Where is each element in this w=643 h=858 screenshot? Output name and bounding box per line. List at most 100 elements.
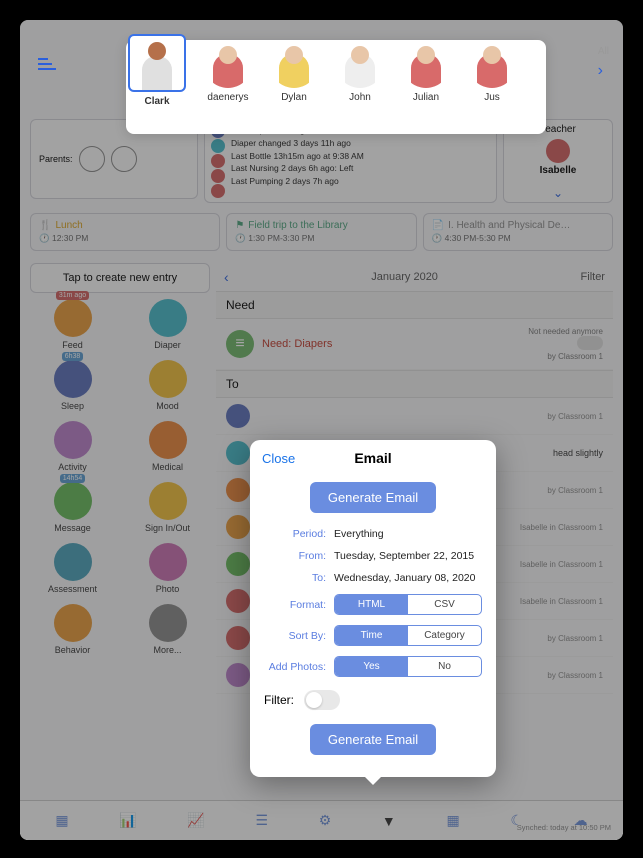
child-jus[interactable]: Jus — [468, 40, 516, 107]
photos-label: Add Photos: — [264, 661, 326, 673]
photos-segment[interactable]: Yes No — [334, 656, 482, 677]
clock-icon: 🕐 — [235, 233, 246, 243]
filter-label: Filter: — [264, 693, 294, 707]
child-john[interactable]: John — [336, 40, 384, 107]
entry-icon — [54, 604, 92, 642]
period-value[interactable]: Everything — [334, 528, 482, 540]
to-label: To: — [264, 572, 326, 584]
entry-more[interactable]: More... — [125, 604, 210, 655]
diaper-icon — [226, 441, 250, 465]
not-needed-label: Not needed anymore — [528, 327, 603, 336]
child-clark[interactable]: Clark — [128, 40, 186, 107]
entry-behavior[interactable]: Behavior — [30, 604, 115, 655]
child-name: Dylan — [270, 92, 318, 103]
tab-settings-icon[interactable]: ⚙ — [319, 812, 332, 829]
from-value[interactable]: Tuesday, September 22, 2015 — [334, 550, 482, 562]
entry-label: Diaper — [125, 340, 210, 350]
tab-grid-icon[interactable]: ▦ — [55, 812, 68, 829]
format-segment[interactable]: HTML CSV — [334, 594, 482, 615]
entry-icon: 6h38 — [54, 360, 92, 398]
nursing-status-icon — [211, 169, 225, 183]
entry-mood[interactable]: Mood — [125, 360, 210, 411]
photos-yes[interactable]: Yes — [335, 657, 408, 676]
sort-category[interactable]: Category — [408, 626, 481, 645]
medical-icon — [226, 478, 250, 502]
entry-message[interactable]: 14h54Message — [30, 482, 115, 533]
by-label: by Classroom 1 — [528, 352, 603, 361]
fork-icon: 🍴 — [39, 220, 51, 231]
month-title: January 2020 — [371, 271, 438, 283]
sort-label: Sort By: — [264, 630, 326, 642]
schedule-health[interactable]: 📄I. Health and Physical De… 🕐 4:30 PM-5:… — [423, 213, 613, 251]
parent-avatar-placeholder — [111, 146, 137, 172]
feed-icon — [226, 626, 250, 650]
tab-list-icon[interactable]: ☰ — [255, 812, 268, 829]
activity-icon — [226, 552, 250, 576]
tab-growth-icon[interactable]: 📈 — [187, 812, 204, 829]
tab-calendar-icon[interactable]: ▦ — [446, 812, 459, 829]
child-name: daenerys — [204, 92, 252, 103]
need-text: Need: Diapers — [262, 338, 520, 350]
child-selector-strip: Clark daenerys Dylan John Julian Jus — [20, 20, 623, 115]
entry-label: Activity — [30, 462, 115, 472]
entry-icon — [149, 421, 187, 459]
timeline-item[interactable]: by Classroom 1 — [216, 398, 613, 435]
parent-avatar-placeholder — [79, 146, 105, 172]
generate-email-button-bottom[interactable]: Generate Email — [310, 724, 436, 755]
entry-icon — [54, 421, 92, 459]
entry-badge: 14h54 — [60, 474, 85, 483]
child-julian[interactable]: Julian — [402, 40, 450, 107]
entry-signinout[interactable]: Sign In/Out — [125, 482, 210, 533]
feed-icon — [226, 589, 250, 613]
entry-label: Feed — [30, 340, 115, 350]
child-dylan[interactable]: Dylan — [270, 40, 318, 107]
schedule-fieldtrip[interactable]: ⚑Field trip to the Library 🕐 1:30 PM-3:3… — [226, 213, 416, 251]
entry-label: Sleep — [30, 401, 115, 411]
chevron-down-icon[interactable]: ⌄ — [504, 186, 612, 200]
bottom-tabbar: ▦ 📊 📈 ☰ ⚙ ▼ ▦ ☾ ☁ — [20, 800, 623, 840]
filter-button[interactable]: Filter — [581, 271, 605, 283]
entry-label: More... — [125, 645, 210, 655]
entry-activity[interactable]: Activity — [30, 421, 115, 472]
not-needed-toggle[interactable] — [577, 336, 603, 350]
generate-email-button-top[interactable]: Generate Email — [310, 482, 436, 513]
format-csv[interactable]: CSV — [408, 595, 481, 614]
list-icon: ≡ — [226, 330, 254, 358]
today-section-header: To — [216, 370, 613, 398]
child-name: Jus — [468, 92, 516, 103]
entry-assessment[interactable]: Assessment — [30, 543, 115, 594]
entry-photo[interactable]: Photo — [125, 543, 210, 594]
tab-share-icon[interactable]: ▼ — [382, 813, 396, 829]
month-back-button[interactable]: ‹ — [224, 269, 229, 285]
doc-icon: 📄 — [432, 220, 444, 231]
to-value[interactable]: Wednesday, January 08, 2020 — [334, 572, 482, 584]
entry-icon: 31m ago — [54, 299, 92, 337]
tab-chart-icon[interactable]: 📊 — [119, 812, 136, 829]
entry-icon: 14h54 — [54, 482, 92, 520]
close-button[interactable]: Close — [262, 451, 295, 466]
activity-icon — [226, 663, 250, 687]
entry-medical[interactable]: Medical — [125, 421, 210, 472]
diaper-status-icon — [211, 139, 225, 153]
entry-label: Mood — [125, 401, 210, 411]
status-lines: Woke up 6h38m ago at 4:15 PM Diaper chan… — [231, 124, 364, 198]
entry-sleep[interactable]: 6h38 Sleep — [30, 360, 115, 411]
entry-label: Sign In/Out — [125, 523, 210, 533]
parents-label: Parents: — [39, 154, 73, 164]
need-section-header: Need — [216, 291, 613, 319]
entry-icon — [149, 543, 187, 581]
need-diapers-item[interactable]: ≡ Need: Diapers Not needed anymore by Cl… — [216, 319, 613, 370]
sync-status: Synched: today at 10:50 PM — [517, 823, 611, 832]
child-daenerys[interactable]: daenerys — [204, 40, 252, 107]
sort-time[interactable]: Time — [335, 626, 408, 645]
create-entry-header: Tap to create new entry — [30, 263, 210, 293]
feed-icon — [226, 515, 250, 539]
email-popover: Close Email Generate Email Period: Every… — [250, 440, 496, 777]
sort-segment[interactable]: Time Category — [334, 625, 482, 646]
entry-diaper[interactable]: Diaper — [125, 299, 210, 350]
format-html[interactable]: HTML — [335, 595, 408, 614]
schedule-lunch[interactable]: 🍴Lunch 🕐 12:30 PM — [30, 213, 220, 251]
entry-feed[interactable]: 31m ago Feed — [30, 299, 115, 350]
photos-no[interactable]: No — [408, 657, 481, 676]
filter-toggle[interactable] — [304, 690, 340, 710]
